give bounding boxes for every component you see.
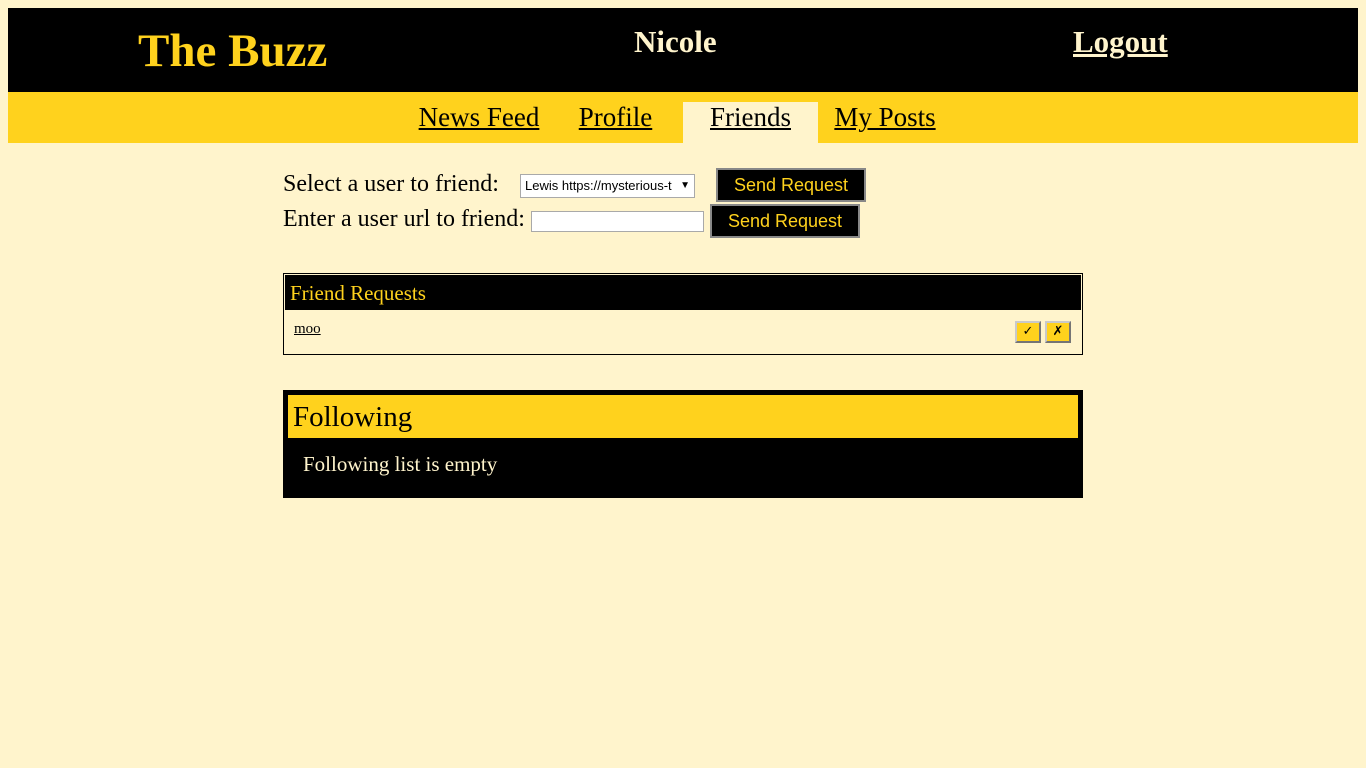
tab-friends[interactable]: Friends bbox=[683, 102, 818, 143]
request-user-link[interactable]: moo bbox=[294, 321, 321, 338]
friend-requests-title: Friend Requests bbox=[285, 275, 1081, 310]
top-header: The Buzz Nicole Logout bbox=[8, 8, 1358, 92]
following-title: Following bbox=[288, 395, 1078, 438]
following-panel: Following Following list is empty bbox=[283, 390, 1083, 498]
logout-link[interactable]: Logout bbox=[1073, 24, 1168, 60]
chevron-down-icon: ▼ bbox=[680, 180, 690, 191]
user-url-input[interactable] bbox=[531, 211, 704, 232]
send-request-url-button[interactable]: Send Request bbox=[710, 204, 860, 238]
current-username: Nicole bbox=[634, 24, 717, 59]
reject-request-button[interactable]: ✗ bbox=[1045, 321, 1071, 343]
select-user-label: Select a user to friend: bbox=[283, 171, 499, 197]
send-request-select-button[interactable]: Send Request bbox=[716, 168, 866, 202]
x-icon: ✗ bbox=[1052, 324, 1064, 339]
site-brand: The Buzz bbox=[138, 25, 328, 77]
friend-requests-panel: Friend Requests moo ✓ ✗ bbox=[283, 273, 1083, 355]
tab-news-feed[interactable]: News Feed bbox=[414, 102, 544, 143]
user-select-value: Lewis https://mysterious-t bbox=[525, 178, 672, 193]
following-empty-text: Following list is empty bbox=[303, 452, 498, 476]
tab-my-posts[interactable]: My Posts bbox=[830, 102, 940, 143]
nav-bar: News Feed Profile Friends My Posts bbox=[8, 92, 1358, 143]
enter-url-label: Enter a user url to friend: bbox=[283, 206, 525, 232]
user-select[interactable]: Lewis https://mysterious-t ▼ bbox=[520, 174, 695, 198]
accept-request-button[interactable]: ✓ bbox=[1015, 321, 1041, 343]
check-icon: ✓ bbox=[1022, 324, 1034, 339]
tab-profile[interactable]: Profile bbox=[573, 102, 658, 143]
